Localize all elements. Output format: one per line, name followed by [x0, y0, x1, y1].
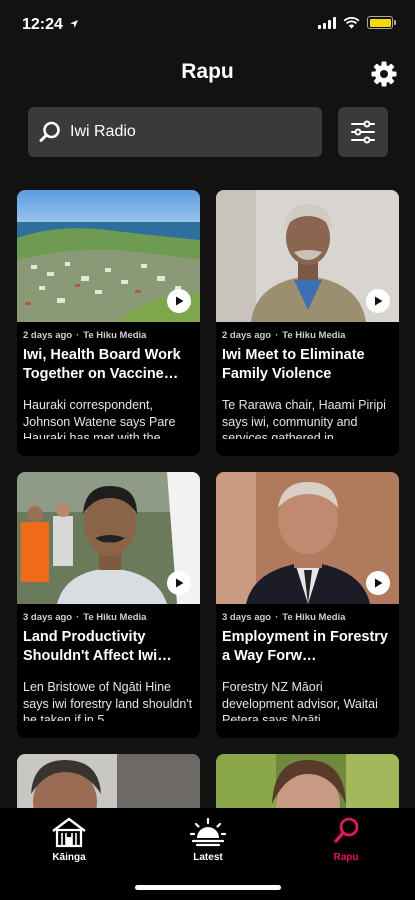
article-source: Te Hiku Media — [282, 612, 346, 623]
article-card[interactable] — [216, 754, 399, 814]
tab-rapu[interactable]: Rapu — [296, 816, 396, 863]
article-title: Land Productivity Shouldn't Affect Iwi… — [23, 629, 172, 664]
article-thumbnail — [17, 190, 200, 322]
article-age: 3 days ago — [23, 612, 73, 623]
play-icon — [375, 296, 383, 306]
search-input[interactable] — [70, 123, 290, 141]
clock-text: 12:24 — [22, 16, 63, 33]
article-thumbnail — [216, 190, 399, 322]
article-meta: 3 days ago · Te Hiku Media — [222, 612, 346, 623]
article-age: 2 days ago — [23, 330, 73, 341]
article-meta: 2 days ago · Te Hiku Media — [23, 330, 147, 341]
play-icon — [176, 296, 184, 306]
article-title: Iwi, Health Board Work Together on Vacci… — [23, 347, 181, 382]
play-icon — [176, 578, 184, 588]
status-indicators — [318, 16, 396, 29]
location-arrow-icon — [70, 20, 79, 28]
article-description: Te Rarawa chair, Haami Piripi says iwi, … — [222, 398, 386, 439]
play-button[interactable] — [366, 571, 390, 595]
sliders-icon — [351, 120, 375, 144]
wifi-icon — [343, 16, 360, 28]
article-age: 3 days ago — [222, 612, 272, 623]
article-title: Employment in Forestry a Way Forw… — [222, 629, 388, 664]
search-icon — [334, 817, 359, 843]
article-meta: 2 days ago · Te Hiku Media — [222, 330, 346, 341]
article-thumbnail — [17, 472, 200, 604]
page-title: Rapu — [181, 60, 234, 83]
article-source: Te Hiku Media — [83, 330, 147, 341]
filter-button[interactable] — [338, 107, 388, 157]
gear-icon[interactable] — [370, 60, 398, 88]
cellular-signal-icon — [318, 16, 336, 29]
tab-label: Kāinga — [52, 852, 86, 863]
tab-label: Latest — [193, 852, 223, 863]
article-card[interactable]: 3 days ago · Te Hiku Media Employment in F… — [216, 472, 399, 738]
article-card[interactable]: 2 days ago · Te Hiku Media Iwi Meet to Eli… — [216, 190, 399, 456]
sunrise-icon — [189, 817, 227, 847]
house-icon — [52, 817, 86, 848]
article-card[interactable] — [17, 754, 200, 814]
tab-label: Rapu — [333, 852, 359, 863]
portrait-image — [216, 754, 399, 814]
tab-latest[interactable]: Latest — [158, 816, 258, 863]
article-age: 2 days ago — [222, 330, 272, 341]
play-button[interactable] — [167, 571, 191, 595]
article-source: Te Hiku Media — [282, 330, 346, 341]
article-source: Te Hiku Media — [83, 612, 147, 623]
search-bar[interactable] — [28, 107, 322, 157]
article-card[interactable]: 3 days ago · Te Hiku Media Land Productivi… — [17, 472, 200, 738]
status-bar: 12:24 — [0, 0, 415, 50]
portrait-image — [17, 754, 200, 814]
tab-kainga[interactable]: Kāinga — [19, 816, 119, 863]
status-time: 12:24 — [22, 16, 79, 34]
play-icon — [375, 578, 383, 588]
article-description: Len Bristowe of Ngāti Hine says iwi fore… — [23, 680, 193, 721]
article-meta: 3 days ago · Te Hiku Media — [23, 612, 147, 623]
article-description: Hauraki correspondent, Johnson Watene sa… — [23, 398, 176, 439]
play-button[interactable] — [167, 289, 191, 313]
article-thumbnail — [216, 472, 399, 604]
search-icon — [39, 121, 60, 142]
play-button[interactable] — [366, 289, 390, 313]
home-indicator[interactable] — [135, 885, 281, 890]
article-description: Forestry NZ Māori development advisor, W… — [222, 680, 378, 721]
battery-icon — [367, 16, 396, 29]
tab-bar: Kāinga Latest Rapu — [0, 808, 415, 900]
article-title: Iwi Meet to Eliminate Family Violence — [222, 347, 365, 382]
article-card[interactable]: 2 days ago · Te Hiku Media Iwi, Health Boa… — [17, 190, 200, 456]
